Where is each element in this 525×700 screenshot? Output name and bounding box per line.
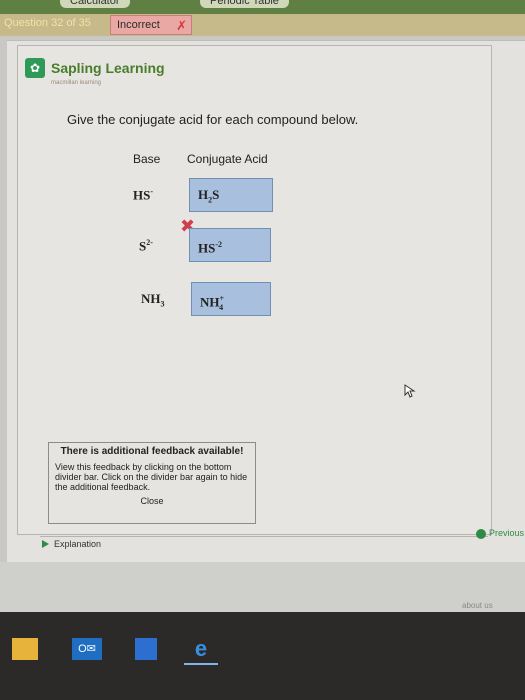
store-icon[interactable]: [135, 638, 157, 660]
base-s: S2-: [139, 238, 153, 254]
feedback-body: View this feedback by clicking on the bo…: [55, 462, 248, 492]
question-text: Give the conjugate acid for each compoun…: [67, 112, 359, 127]
outlook-icon[interactable]: O✉: [72, 638, 102, 660]
page-footer: [0, 562, 525, 612]
expand-triangle-icon: [42, 540, 49, 548]
active-app-indicator: [184, 663, 218, 665]
edge-icon[interactable]: e: [189, 638, 213, 660]
wrong-x-icon: ✗: [176, 18, 187, 33]
file-explorer-icon[interactable]: [12, 638, 38, 660]
previous-button[interactable]: Previous: [476, 526, 525, 540]
sapling-logo-icon: ✿: [25, 58, 45, 78]
answer-box-2[interactable]: HS-2: [189, 228, 271, 262]
explanation-divider-bar[interactable]: Explanation: [40, 536, 488, 550]
status-label: Incorrect: [117, 19, 160, 31]
top-tabs-bar: Calculator Periodic Table: [0, 0, 525, 14]
sapling-logo: ✿ Sapling Learning: [25, 58, 165, 78]
header-base: Base: [133, 152, 161, 166]
header-conjugate-acid: Conjugate Acid: [187, 152, 268, 166]
previous-label: Previous: [489, 528, 525, 538]
answer-box-1[interactable]: H2S: [189, 178, 273, 212]
calculator-tab[interactable]: Calculator: [60, 0, 130, 8]
explanation-label: Explanation: [54, 539, 102, 549]
base-hs: HS-: [133, 187, 154, 203]
base-nh3: NH3: [141, 291, 165, 309]
previous-circle-icon: [476, 528, 486, 539]
feedback-popup: There is additional feedback available! …: [48, 442, 256, 524]
cursor-icon: [404, 384, 416, 398]
question-progress: Question 32 of 35: [4, 17, 91, 29]
status-badge: Incorrect ✗: [110, 15, 192, 35]
feedback-title: There is additional feedback available!: [60, 446, 244, 457]
periodic-table-tab[interactable]: Periodic Table: [200, 0, 289, 8]
brand-tagline: macmillan learning: [51, 80, 102, 86]
about-us-link[interactable]: about us: [462, 601, 493, 610]
answer-box-3[interactable]: NH+4: [191, 282, 271, 316]
feedback-close-button[interactable]: Close: [49, 496, 255, 506]
brand-name: Sapling Learning: [51, 60, 165, 76]
